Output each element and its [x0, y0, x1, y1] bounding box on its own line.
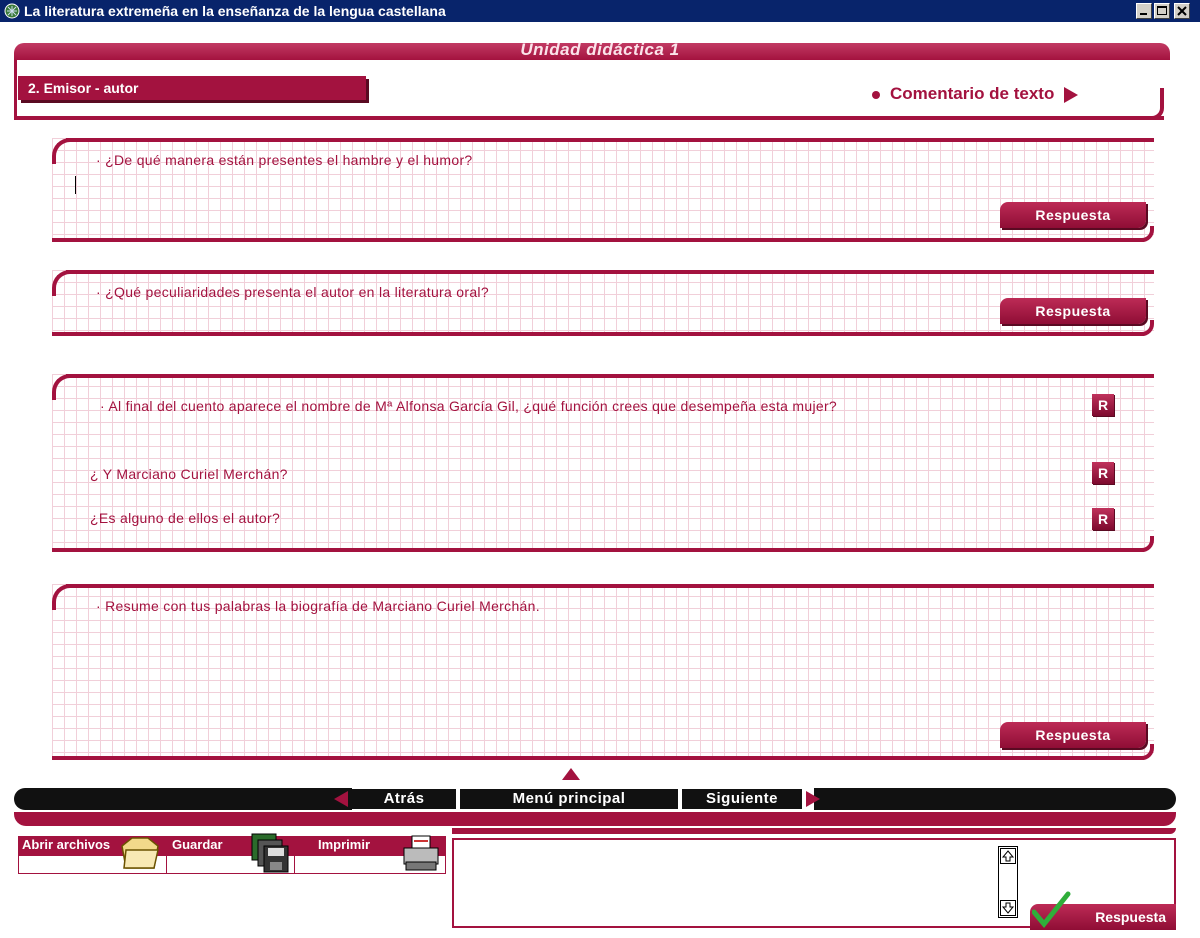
scroll-up-icon[interactable] [1000, 848, 1016, 864]
bullet-icon [872, 90, 880, 99]
left-rail [14, 60, 17, 120]
question-panel-1: · ¿De qué manera están presentes el hamb… [52, 138, 1154, 242]
respuesta-button[interactable]: Respuesta [1000, 298, 1146, 324]
r-answer-button[interactable]: R [1092, 508, 1114, 530]
text-cursor [75, 176, 76, 194]
r-answer-button[interactable]: R [1092, 462, 1114, 484]
window-title: La literatura extremeña en la enseñanza … [24, 3, 446, 19]
question-text: · ¿Qué peculiaridades presenta el autor … [96, 284, 489, 300]
app-grid-icon [4, 3, 20, 19]
header-divider [14, 116, 1164, 120]
question-panel-2: · ¿Qué peculiaridades presenta el autor … [52, 270, 1154, 336]
minimize-button[interactable] [1136, 3, 1152, 19]
save-button[interactable]: Guardar [172, 837, 223, 852]
question-text: · Al final del cuento aparece el nombre … [100, 398, 838, 414]
checkmark-icon [1032, 891, 1071, 928]
r-answer-button[interactable]: R [1092, 394, 1114, 416]
floppy-disks-icon[interactable] [250, 832, 290, 874]
unit-title: Unidad didáctica 1 [520, 40, 680, 59]
file-toolbar-base [18, 856, 446, 874]
comentario-link[interactable]: Comentario de texto [872, 84, 1079, 104]
question-text: · ¿De qué manera están presentes el hamb… [96, 152, 473, 168]
print-button[interactable]: Imprimir [318, 837, 370, 852]
open-files-button[interactable]: Abrir archivos [22, 837, 110, 852]
window-title-bar: La literatura extremeña en la enseñanza … [0, 0, 1200, 22]
navigation-bar-base [14, 812, 1176, 826]
scroll-down-icon[interactable] [1000, 900, 1016, 916]
question-text: · Resume con tus palabras la biografía d… [96, 598, 540, 614]
answer-scrollbar[interactable] [998, 846, 1018, 918]
arrow-left-icon[interactable] [334, 791, 348, 807]
close-button[interactable] [1174, 3, 1190, 19]
question-panel-3: · Al final del cuento aparece el nombre … [52, 374, 1154, 552]
arrow-right-icon[interactable] [806, 791, 820, 807]
comentario-label: Comentario de texto [890, 84, 1055, 103]
printer-icon[interactable] [400, 834, 442, 874]
question-text: ¿ Y Marciano Curiel Merchán? [90, 466, 288, 482]
next-button[interactable]: Siguiente [682, 789, 802, 809]
respuesta-button[interactable]: Respuesta [1000, 722, 1146, 748]
back-button[interactable]: Atrás [352, 789, 456, 809]
arrow-right-icon [1064, 86, 1079, 103]
folder-icon[interactable] [118, 832, 162, 872]
menu-up-icon[interactable] [562, 768, 580, 780]
question-text: ¿Es alguno de ellos el autor? [90, 510, 281, 526]
maximize-button[interactable] [1154, 3, 1170, 19]
section-tab: 2. Emisor - autor [18, 76, 366, 100]
section-title: 2. Emisor - autor [28, 80, 139, 96]
main-menu-button[interactable]: Menú principal [460, 789, 678, 809]
question-panel-4: · Resume con tus palabras la biografía d… [52, 584, 1154, 760]
respuesta-button[interactable]: Respuesta [1000, 202, 1146, 228]
answer-area-header [452, 828, 1176, 834]
